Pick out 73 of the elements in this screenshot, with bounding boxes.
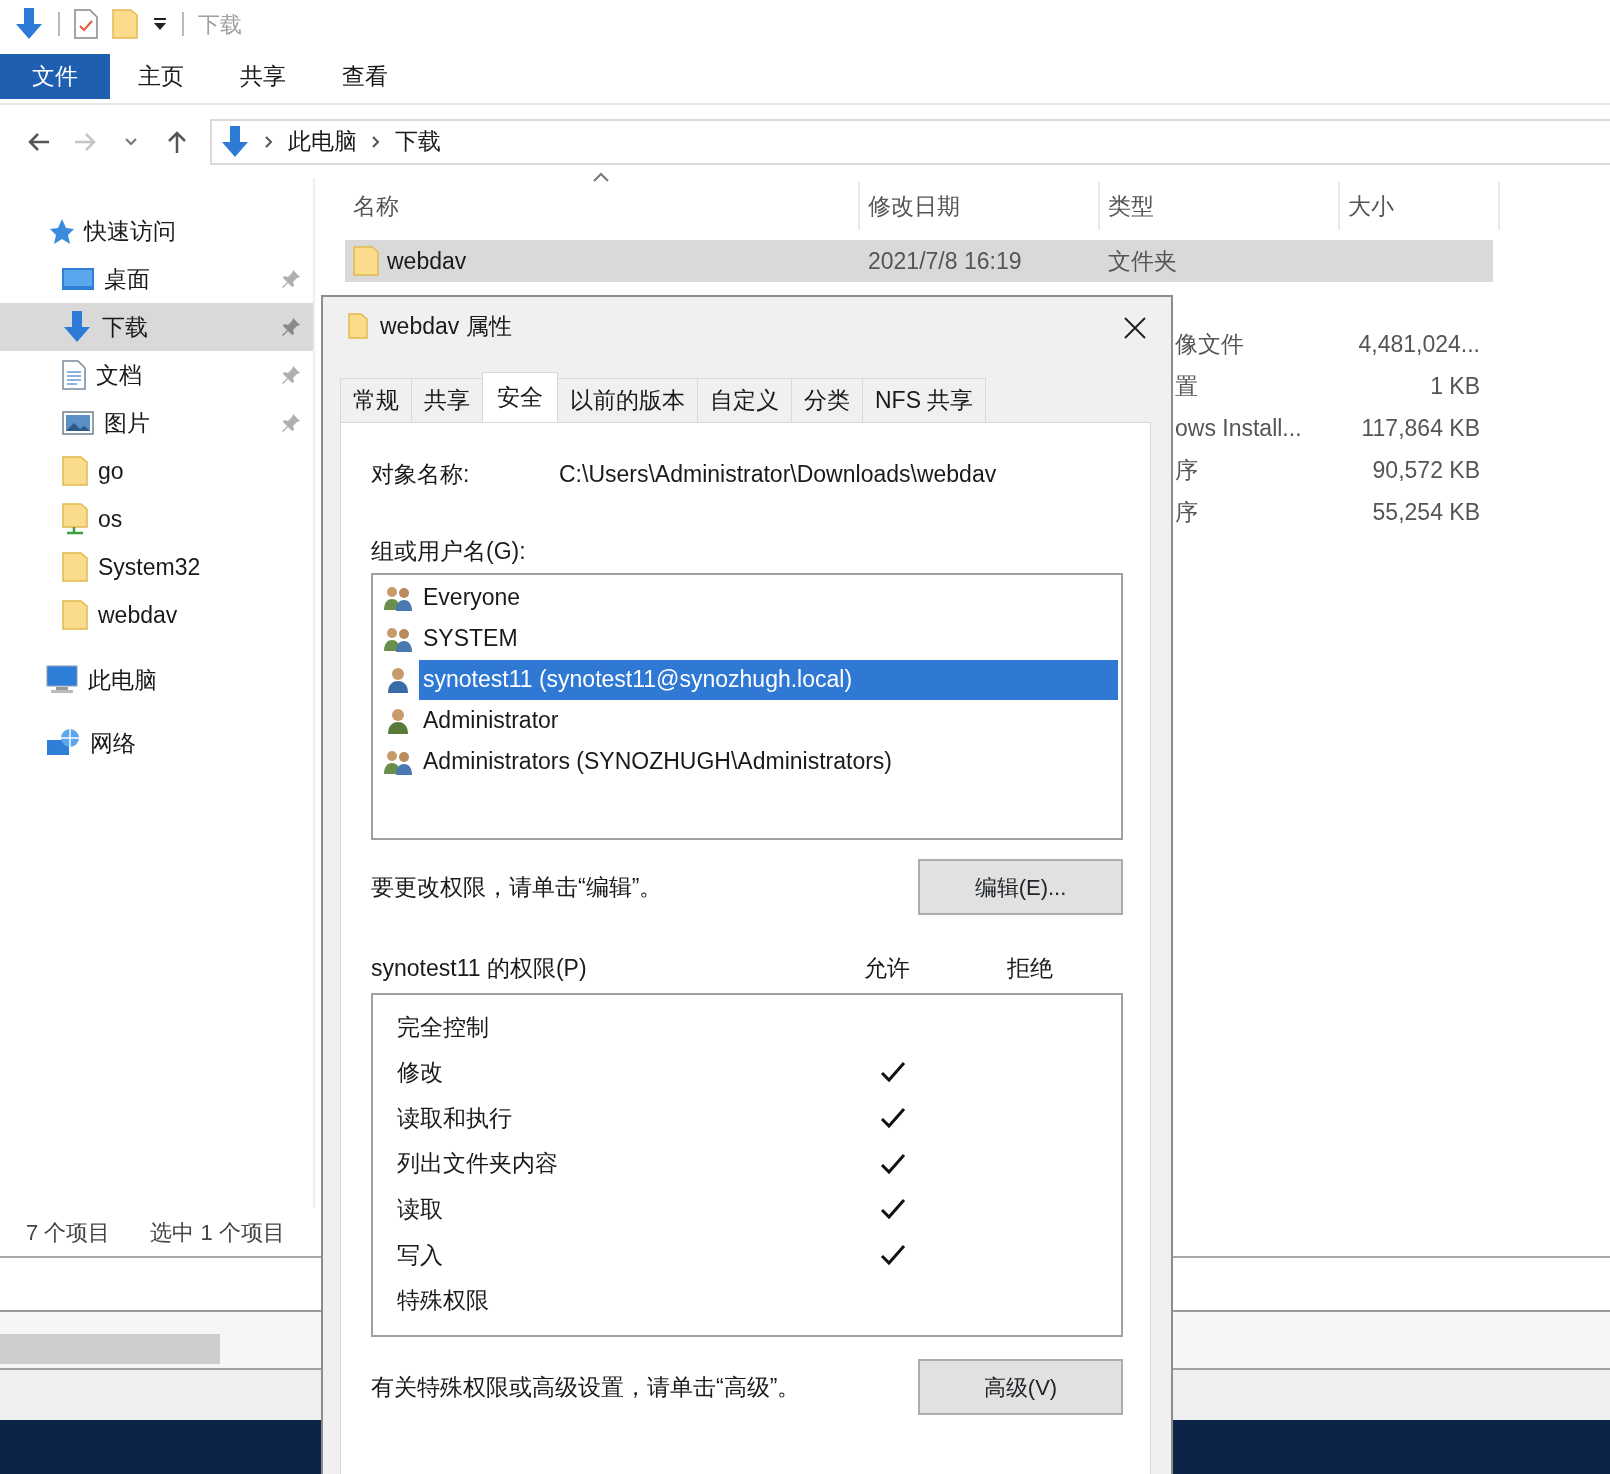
field-label: 对象名称: xyxy=(371,459,471,489)
nav-item[interactable]: 图片 xyxy=(0,399,313,447)
advanced-button[interactable]: 高级(V) xyxy=(918,1359,1123,1415)
breadcrumb-item[interactable]: 下载 xyxy=(395,124,441,159)
selection-count: 选中 1 个项目 xyxy=(150,1218,285,1247)
file-row[interactable]: webdav 2021/7/8 16:19 文件夹 xyxy=(345,240,1493,282)
permission-name: 完全控制 xyxy=(397,1012,490,1042)
network-folder-icon xyxy=(62,503,88,535)
properties-icon[interactable] xyxy=(74,9,98,39)
ribbon-tab[interactable]: 共享 xyxy=(212,54,314,99)
user-list-item[interactable]: synotest11 (synotest11@synozhugh.local) xyxy=(419,659,1118,700)
permission-name: 修改 xyxy=(397,1058,444,1088)
nav-item[interactable]: 网络 xyxy=(0,719,313,767)
column-header[interactable]: 名称 xyxy=(345,182,860,230)
chevron-down-icon[interactable] xyxy=(124,136,138,147)
edit-button[interactable]: 编辑(E)... xyxy=(918,859,1123,915)
column-header: 允许 xyxy=(863,954,911,983)
network-icon xyxy=(46,728,80,758)
chevron-right-icon xyxy=(371,134,381,149)
nav-item[interactable]: System32 xyxy=(0,543,313,591)
nav-item[interactable]: os xyxy=(0,495,313,543)
nav-item[interactable]: 桌面 xyxy=(0,255,313,303)
breadcrumb-item[interactable]: 此电脑 xyxy=(288,124,357,159)
dialog-tab[interactable]: 常规 xyxy=(340,378,412,422)
section-label: synotest11 的权限(P) xyxy=(371,954,588,983)
folder-icon xyxy=(62,456,88,486)
column-header[interactable]: 修改日期 xyxy=(860,182,1100,230)
permission-name: 读取和执行 xyxy=(397,1103,513,1133)
permission-name: 写入 xyxy=(397,1240,444,1270)
download-arrow-icon xyxy=(62,311,92,343)
ribbon-tab[interactable]: 主页 xyxy=(110,54,212,99)
download-arrow-icon xyxy=(220,125,250,158)
column-header: 拒绝 xyxy=(1006,954,1054,983)
permission-name: 特殊权限 xyxy=(397,1286,490,1316)
permission-name: 读取 xyxy=(397,1194,444,1224)
hint-text: 有关特殊权限或高级设置，请单击“高级”。 xyxy=(371,1372,801,1402)
picture-icon xyxy=(62,411,94,435)
ribbon-tab[interactable]: 查看 xyxy=(314,54,416,99)
hint-text: 要更改权限，请单击“编辑”。 xyxy=(371,872,663,902)
file-menu-tab[interactable]: 文件 xyxy=(0,54,110,99)
desktop-icon xyxy=(62,267,94,291)
folder-icon xyxy=(348,313,368,339)
permission-name: 列出文件夹内容 xyxy=(397,1149,559,1179)
dialog-tab[interactable]: NFS 共享 xyxy=(862,378,987,422)
nav-item[interactable]: webdav xyxy=(0,591,313,639)
document-icon xyxy=(62,360,86,390)
download-arrow-icon[interactable] xyxy=(14,8,44,40)
dialog-tab[interactable]: 安全 xyxy=(482,372,558,422)
folder-icon xyxy=(62,600,88,630)
nav-item[interactable]: 下载 xyxy=(0,303,313,351)
column-header[interactable]: 类型 xyxy=(1100,182,1340,230)
column-header[interactable]: 大小 xyxy=(1340,182,1500,230)
user-list-item[interactable]: Administrator xyxy=(419,700,1118,741)
user-list-item[interactable]: Everyone xyxy=(419,577,1118,618)
close-icon xyxy=(1123,315,1147,340)
item-count: 7 个项目 xyxy=(26,1218,111,1247)
computer-icon xyxy=(46,665,78,695)
address-field[interactable]: 此电脑 下载 xyxy=(210,118,1610,165)
section-label: 组或用户名(G): xyxy=(371,537,527,566)
dialog-title: webdav 属性 xyxy=(380,311,512,341)
user-list-item[interactable]: SYSTEM xyxy=(419,618,1118,659)
folder-icon xyxy=(62,552,88,582)
chevron-right-icon xyxy=(264,134,274,149)
object-path: C:\Users\Administrator\Downloads\webdav xyxy=(559,459,997,489)
nav-item[interactable]: 此电脑 xyxy=(0,656,313,704)
dropdown-icon[interactable] xyxy=(152,16,168,32)
scrollbar-thumb[interactable] xyxy=(0,1334,220,1364)
nav-item[interactable]: 文档 xyxy=(0,351,313,399)
window-title: 下载 xyxy=(198,10,242,39)
folder-icon xyxy=(353,246,379,276)
nav-item[interactable]: go xyxy=(0,447,313,495)
nav-item[interactable]: 快速访问 xyxy=(0,207,313,255)
user-list-item[interactable]: Administrators (SYNOZHUGH\Administrators) xyxy=(419,741,1118,782)
